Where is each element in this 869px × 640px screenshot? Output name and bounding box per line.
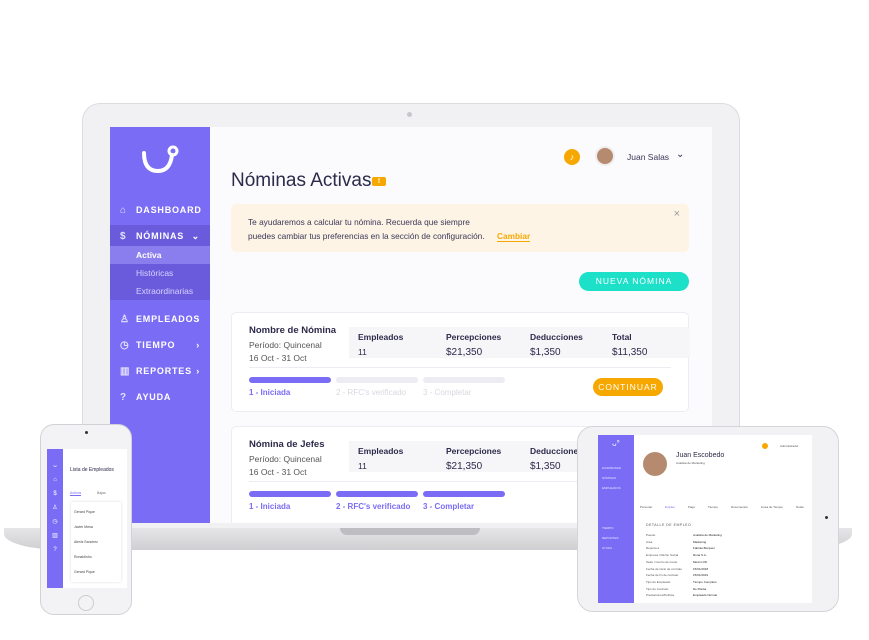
phone-tab-activos[interactable]: Activos xyxy=(70,491,82,496)
home-icon: ⌂ xyxy=(120,204,127,216)
tablet-tabs[interactable]: Personal Empleo Pago Tiempo Documentos Linea … xyxy=(640,505,804,509)
bell-icon[interactable]: ♪ xyxy=(564,149,580,165)
chart-icon: ▥ xyxy=(120,365,131,377)
detail-values: Analista de Marketing Marketing Fabiola Bo… xyxy=(693,533,722,598)
chevron-right-icon: › xyxy=(196,366,200,376)
page-title: Nóminas Activas xyxy=(231,170,372,191)
phone-nav-icons[interactable]: ᴗ ⌂ $ ♙ ◷ ▥? xyxy=(47,459,63,557)
stat-percepciones: Percepciones $21,350 xyxy=(446,332,502,358)
chevron-down-icon: ⌄ xyxy=(191,230,200,241)
sidebar-sub-extraordinarias[interactable]: Extraordinarias xyxy=(110,282,210,300)
sidebar-item-reportes[interactable]: ▥ REPORTES › xyxy=(110,360,210,382)
employee-name: Juan Escobedo xyxy=(676,452,725,459)
avatar[interactable] xyxy=(595,146,615,166)
chevron-right-icon: › xyxy=(196,314,200,324)
info-alert: Te ayudaremos a calcular tu nómina. Recu… xyxy=(231,204,689,252)
info-badge[interactable]: ! xyxy=(372,177,386,186)
employee-list-items[interactable]: Gerard Pique Javier Mesa Alexis Sanchez Ron… xyxy=(74,505,98,580)
stat-deducciones: Deducciones $1,350 xyxy=(530,332,583,358)
logo-icon: ᴗ° xyxy=(612,439,620,448)
progress-step-1 xyxy=(249,377,331,383)
laptop-notch xyxy=(340,528,480,535)
question-icon: ? xyxy=(120,391,127,403)
bell-icon[interactable] xyxy=(762,443,768,449)
phone-camera xyxy=(85,431,88,434)
progress-step-2 xyxy=(336,491,418,497)
clock-icon: ◷ xyxy=(120,339,130,351)
payroll-period: Período: Quincenal xyxy=(249,454,322,464)
close-icon[interactable]: × xyxy=(674,208,680,220)
sidebar-item-nominas[interactable]: $ NÓMINAS ⌄ xyxy=(110,225,210,247)
employee-role: Analista de Marketing xyxy=(676,461,705,465)
tablet-camera xyxy=(825,516,828,519)
sidebar-item-dashboard[interactable]: ⌂ DASHBOARD xyxy=(110,199,210,221)
sidebar-item-empleados[interactable]: ♙ EMPLEADOS › xyxy=(110,308,210,330)
stat-total: Total $11,350 xyxy=(612,332,648,358)
phone-frame: ᴗ ⌂ $ ♙ ◷ ▥? Lista de Empleados Activos Bajas… xyxy=(40,424,132,615)
change-link[interactable]: Cambiar xyxy=(497,231,531,242)
step-label: 1 - Iniciada xyxy=(249,388,291,397)
alert-text: puedes cambiar tus preferencias en la se… xyxy=(248,231,485,241)
divider xyxy=(249,367,671,368)
tablet-frame: ᴗ° DASHBOARD NÓMINAS EMPLEADOS TIEMPO REPORT… xyxy=(577,426,839,612)
stat-empleados: Empleados 11 xyxy=(358,332,404,357)
chevron-down-icon[interactable]: ⌄ xyxy=(676,149,684,160)
payroll-dates: 16 Oct - 31 Oct xyxy=(249,353,307,363)
new-payroll-button[interactable]: NUEVA NÓMINA xyxy=(579,272,689,291)
phone-sidebar: ᴗ ⌂ $ ♙ ◷ ▥? xyxy=(47,449,63,588)
camera xyxy=(407,112,412,117)
sidebar-sub-activa[interactable]: Activa xyxy=(110,246,210,264)
progress-step-1 xyxy=(249,491,331,497)
phone-employee-list: Gerard Pique Javier Mesa Alexis Sanchez Ron… xyxy=(71,502,121,582)
detail-labels: Puesto Area Reporta a Empresa / Razón Socia… xyxy=(646,533,683,598)
sidebar-item-tiempo[interactable]: ◷ TIEMPO › xyxy=(110,334,210,356)
user-icon: ♙ xyxy=(120,313,130,325)
section-title: DETALLE DE EMPLEO xyxy=(646,523,692,527)
alert-text: Te ayudaremos a calcular tu nómina. Recu… xyxy=(248,217,470,227)
sidebar-sub-historicas[interactable]: Históricas xyxy=(110,264,210,282)
stat-empleados: Empleados 11 xyxy=(358,446,404,471)
payroll-period: Período: Quincenal xyxy=(249,340,322,350)
step-label: 2 - RFC's verificado xyxy=(336,388,406,397)
sidebar-item-ayuda[interactable]: ? AYUDA xyxy=(110,386,210,408)
progress-step-2 xyxy=(336,377,418,383)
tablet-nav[interactable]: DASHBOARD NÓMINAS EMPLEADOS TIEMPO REPORTES A… xyxy=(602,463,621,553)
continue-button[interactable]: CONTINUAR xyxy=(593,378,663,396)
home-button[interactable] xyxy=(78,595,94,611)
payroll-stats: Empleados 11 Percepciones $21,350 Deduccio… xyxy=(349,327,690,358)
avatar xyxy=(643,452,667,476)
logo-icon xyxy=(142,145,179,174)
tablet-screen: ᴗ° DASHBOARD NÓMINAS EMPLEADOS TIEMPO REPORT… xyxy=(598,435,812,603)
progress-step-3 xyxy=(423,377,505,383)
payroll-name: Nómina de Jefes xyxy=(249,439,325,450)
progress-step-3 xyxy=(423,491,505,497)
step-label: 3 - Completar xyxy=(423,502,475,511)
payroll-card: Nombre de Nómina Período: Quincenal 16 O… xyxy=(231,312,690,412)
phone-tab-bajas[interactable]: Bajas xyxy=(97,491,106,495)
tablet-user[interactable]: Administrador xyxy=(780,444,799,448)
stat-percepciones: Percepciones $21,350 xyxy=(446,446,502,472)
stat-deducciones: Deducciones $1,350 xyxy=(530,446,583,472)
step-label: 2 - RFC's verificado xyxy=(336,502,411,511)
user-name[interactable]: Juan Salas xyxy=(627,152,669,162)
step-label: 3 - Completar xyxy=(423,388,472,397)
chevron-right-icon: › xyxy=(196,340,200,350)
step-label: 1 - Iniciada xyxy=(249,502,291,511)
phone-screen: ᴗ ⌂ $ ♙ ◷ ▥? Lista de Empleados Activos Bajas… xyxy=(47,449,127,588)
tablet-sidebar: ᴗ° DASHBOARD NÓMINAS EMPLEADOS TIEMPO REPORT… xyxy=(598,435,634,603)
dollar-icon: $ xyxy=(120,230,127,242)
payroll-name: Nombre de Nómina xyxy=(249,325,337,336)
phone-title: Lista de Empleados xyxy=(70,467,114,473)
payroll-dates: 16 Oct - 31 Oct xyxy=(249,467,307,477)
